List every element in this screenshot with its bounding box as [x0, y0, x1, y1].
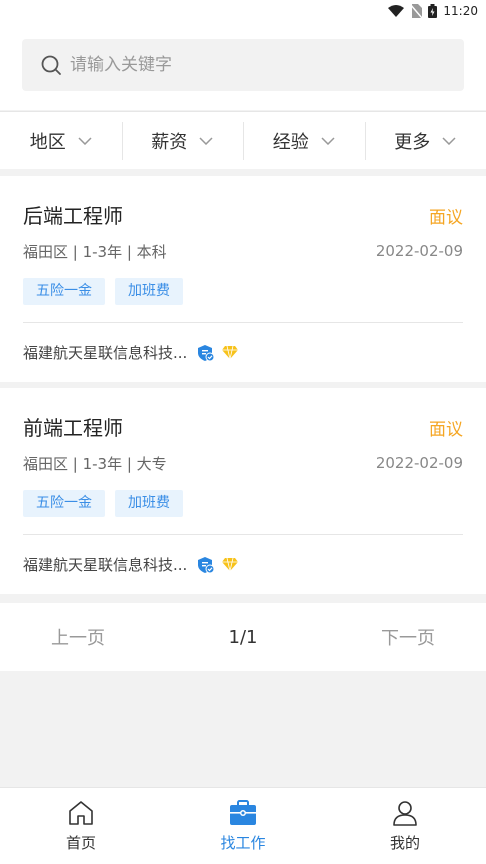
search-area [0, 22, 486, 110]
filter-region[interactable]: 地区 [0, 112, 122, 170]
filter-more[interactable]: 更多 [364, 112, 486, 170]
job-title: 后端工程师 [23, 204, 123, 228]
bottom-tab-bar: 首页 找工作 我的 [0, 787, 486, 864]
job-date: 2022-02-09 [375, 454, 463, 472]
filter-label: 经验 [272, 132, 309, 153]
filter-bar: 地区 薪资 经验 更多 [0, 111, 486, 169]
job-card[interactable]: 后端工程师 面议 福田区 | 1-3年 | 本科 2022-02-09 五险一金… [0, 176, 486, 382]
job-tag: 五险一金 [23, 490, 105, 517]
briefcase-icon [230, 800, 256, 825]
verified-enterprise-icon [198, 344, 215, 361]
tab-find-job[interactable]: 找工作 [162, 788, 324, 864]
battery-icon [428, 4, 438, 18]
job-meta: 福田区 | 1-3年 | 大专 [23, 455, 167, 473]
diamond-icon [222, 557, 239, 571]
tab-label: 找工作 [220, 834, 266, 852]
company-name: 福建航天星联信息科技... [23, 344, 188, 362]
diamond-icon [222, 345, 239, 359]
job-tag: 五险一金 [23, 278, 105, 305]
company-row[interactable]: 福建航天星联信息科技... [23, 554, 239, 575]
filter-label: 更多 [394, 132, 431, 153]
company-row[interactable]: 福建航天星联信息科技... [23, 342, 239, 363]
company-name: 福建航天星联信息科技... [23, 556, 188, 574]
wifi-icon [388, 5, 405, 17]
search-icon [41, 55, 61, 75]
home-icon [69, 801, 93, 825]
job-tag: 加班费 [115, 278, 183, 305]
filter-label: 薪资 [151, 132, 188, 153]
no-sim-icon [410, 4, 423, 18]
job-meta: 福田区 | 1-3年 | 本科 [23, 243, 167, 261]
tab-home[interactable]: 首页 [0, 788, 162, 864]
job-tags: 五险一金 加班费 [23, 490, 183, 517]
search-box[interactable] [22, 39, 464, 91]
tab-label: 我的 [389, 834, 420, 852]
verified-enterprise-icon [198, 556, 215, 573]
job-date: 2022-02-09 [375, 242, 463, 260]
job-salary: 面议 [429, 208, 463, 228]
filter-label: 地区 [29, 132, 66, 153]
job-tag: 加班费 [115, 490, 183, 517]
status-time: 11:20 [443, 4, 478, 18]
chevron-down-icon [321, 137, 335, 145]
job-card[interactable]: 前端工程师 面议 福田区 | 1-3年 | 大专 2022-02-09 五险一金… [0, 388, 486, 594]
user-icon [393, 801, 417, 826]
chevron-down-icon [78, 137, 92, 145]
job-tags: 五险一金 加班费 [23, 278, 183, 305]
status-bar: 11:20 [0, 0, 486, 22]
divider [23, 322, 463, 323]
job-title: 前端工程师 [23, 416, 123, 440]
divider [23, 534, 463, 535]
chevron-down-icon [199, 137, 213, 145]
filter-experience[interactable]: 经验 [243, 112, 365, 170]
pagination: 上一页 1/1 下一页 [0, 603, 486, 671]
job-salary: 面议 [429, 420, 463, 440]
filter-salary[interactable]: 薪资 [121, 112, 244, 170]
tab-mine[interactable]: 我的 [324, 788, 486, 864]
prev-page-button[interactable]: 上一页 [51, 624, 105, 650]
next-page-button[interactable]: 下一页 [381, 624, 435, 650]
chevron-down-icon [442, 137, 456, 145]
tab-label: 首页 [65, 834, 96, 852]
search-input[interactable] [70, 55, 450, 75]
